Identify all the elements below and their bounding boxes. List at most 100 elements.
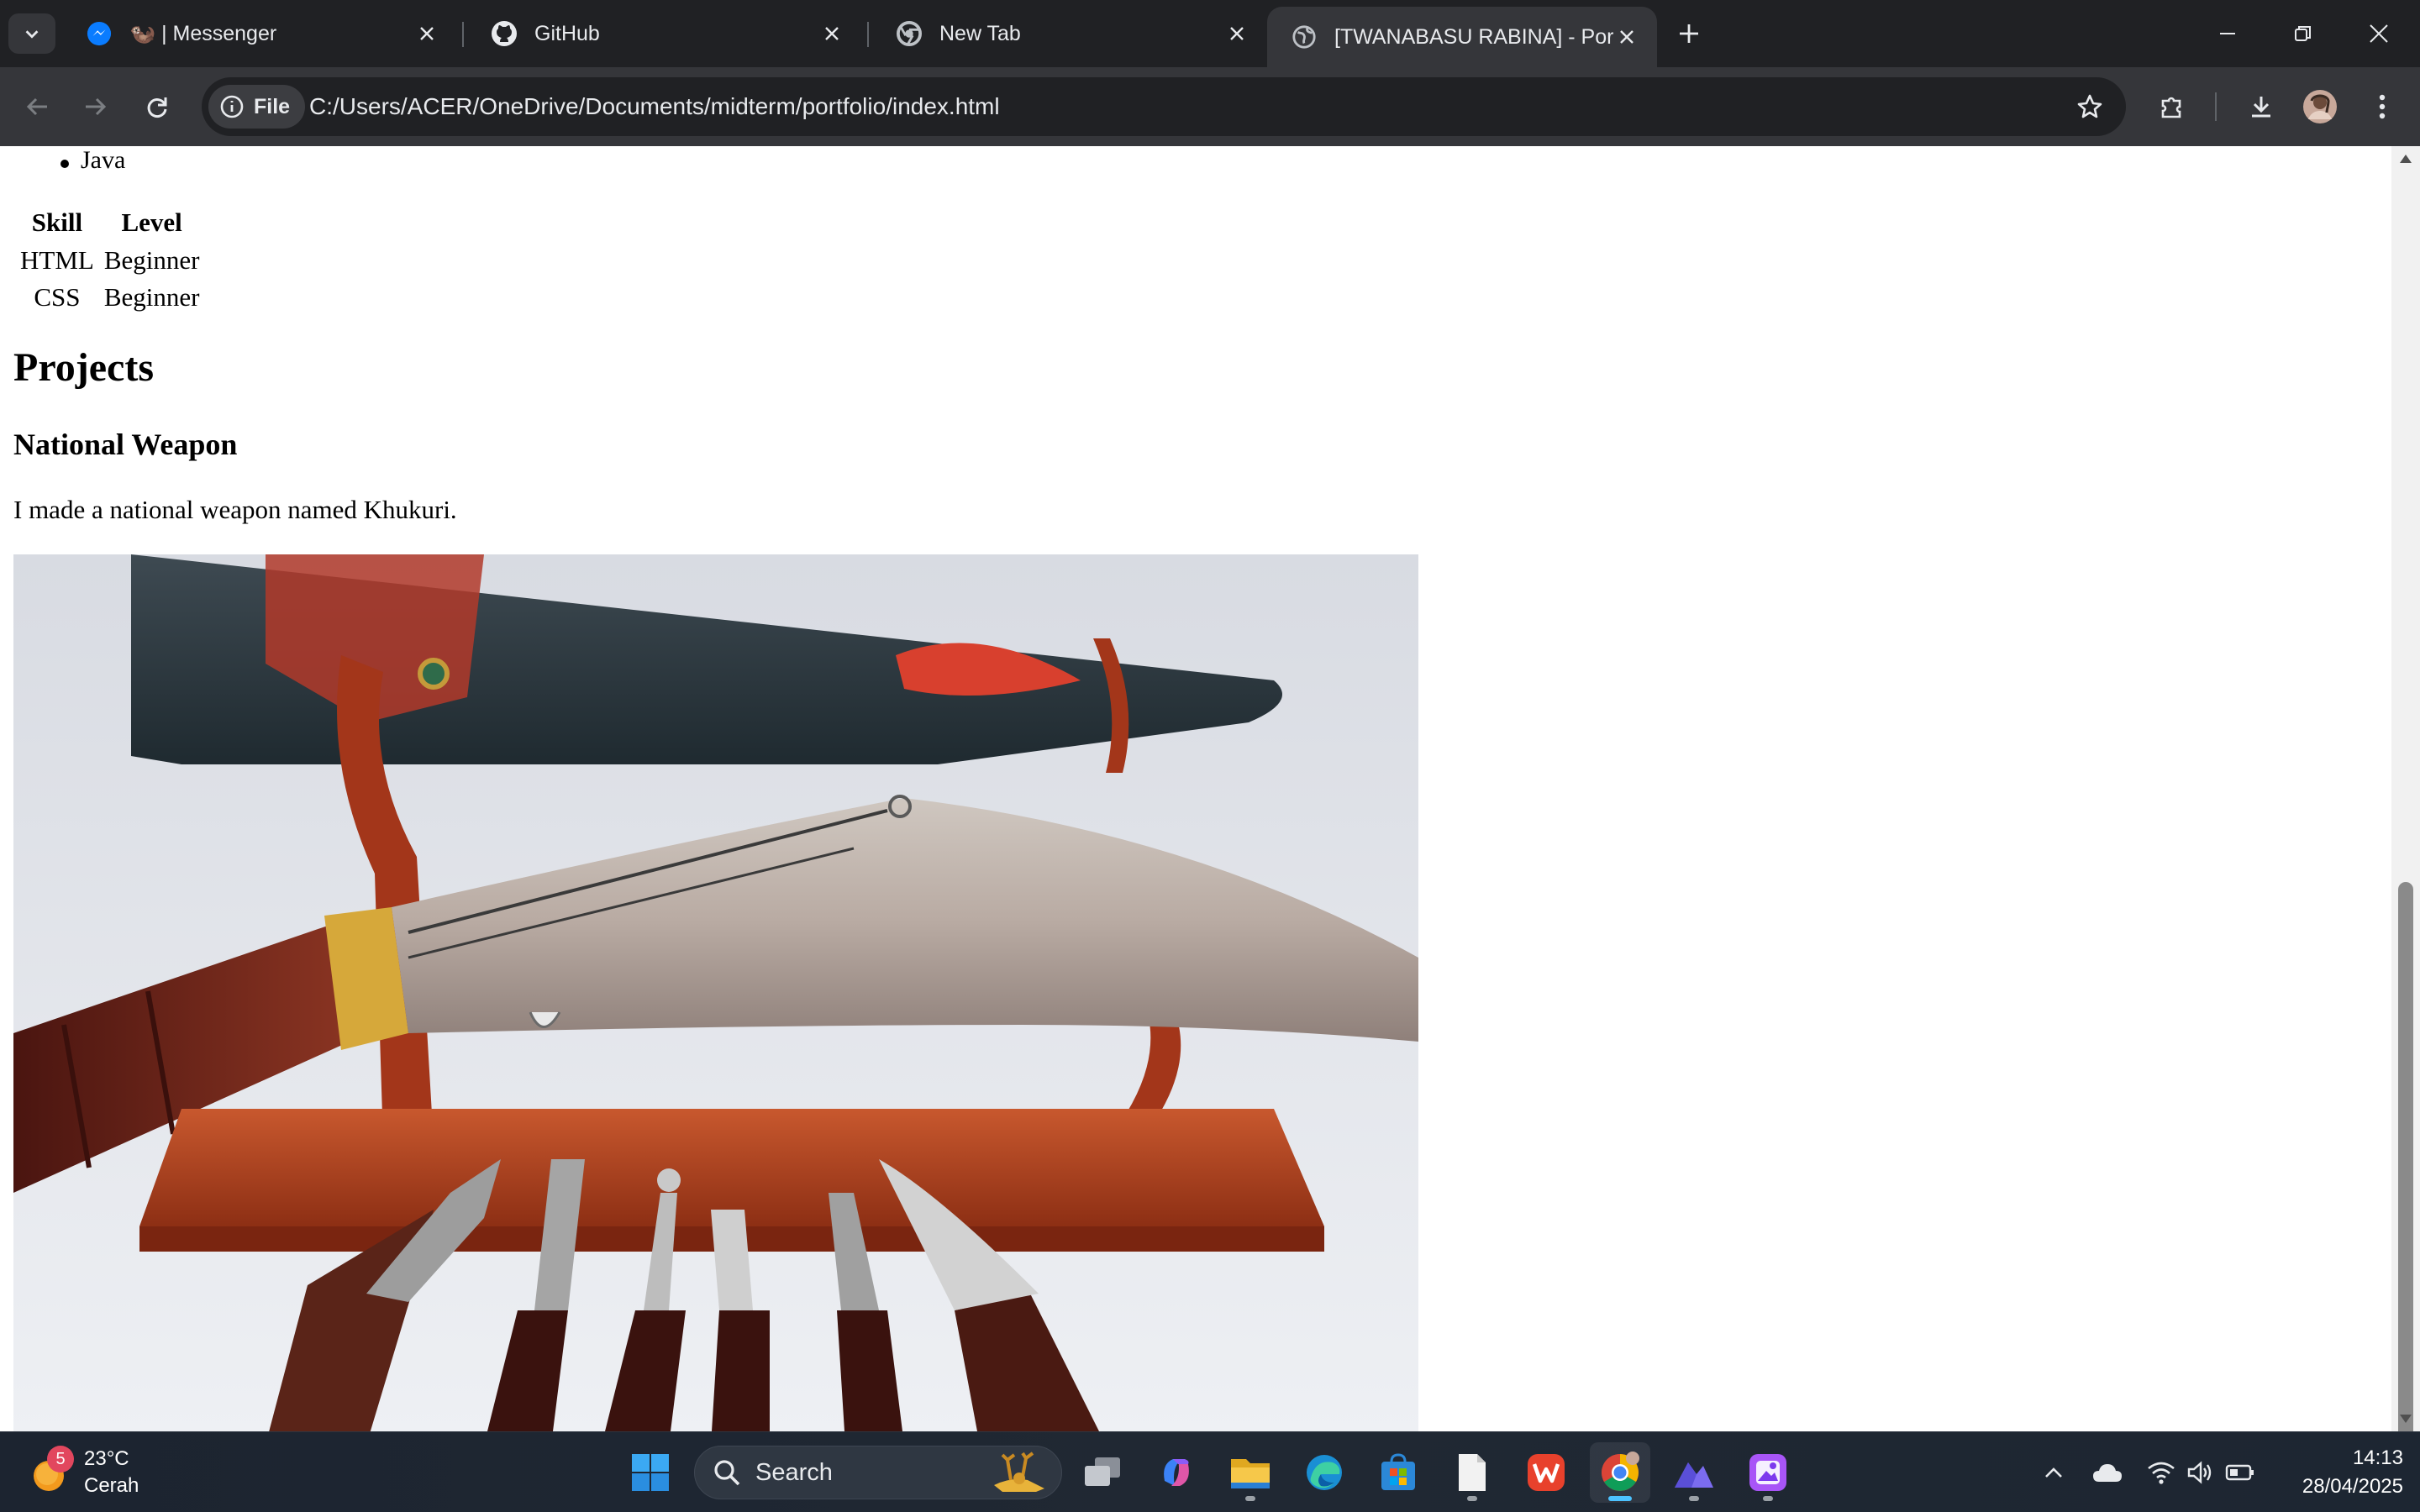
taskbar-app-wps[interactable] [1516,1442,1576,1503]
start-button[interactable] [620,1442,681,1503]
tab-github[interactable]: GitHub [467,7,862,60]
search-highlight-deer-icon [994,1452,1044,1492]
messenger-icon [86,20,113,47]
weather-condition: Cerah [84,1474,139,1497]
tab-separator [867,22,869,47]
plus-icon [1680,24,1698,43]
tab-portfolio[interactable]: [TWANABASU RABINA] - Portfo [1267,7,1657,67]
more-vertical-icon [2379,94,2386,119]
download-icon [2252,97,2270,118]
browser-toolbar: File C:/Users/ACER/OneDrive/Documents/mi… [0,67,2420,146]
taskbar-app-file-explorer[interactable] [1220,1442,1281,1503]
taskbar-app-edge[interactable] [1294,1442,1355,1503]
taskbar-search-box[interactable]: Search [694,1446,1062,1499]
weather-widget[interactable]: 5 23°C Cerah [30,1444,139,1501]
taskbar-app-photos[interactable] [1738,1442,1798,1503]
notepad-icon [1459,1454,1486,1491]
address-bar[interactable]: File C:/Users/ACER/OneDrive/Documents/mi… [202,77,2126,136]
table-cell: Beginner [103,282,200,312]
project-description: I made a national weapon named Khukuri. [13,495,457,524]
restore-icon [2295,26,2311,41]
search-icon [710,1456,744,1489]
triangle-up-icon [2400,155,2412,163]
restore-button[interactable] [2265,7,2341,60]
back-button[interactable] [17,86,59,128]
wifi-icon [2148,1462,2175,1484]
triangle-down-icon [2400,1415,2412,1423]
toolbar-separator [2215,92,2217,121]
chip-label: File [254,94,291,118]
weather-sun-icon: 5 [30,1446,74,1493]
tab-messenger[interactable]: 🦦 | Messenger [62,7,457,60]
puzzle-icon [2161,97,2181,118]
reload-button[interactable] [136,86,178,128]
close-window-button[interactable] [2341,7,2417,60]
profile-avatar[interactable] [2299,86,2341,128]
tab-title: GitHub [534,21,600,45]
chevron-up-icon [2045,1467,2062,1478]
khukuri-image [13,554,1418,1431]
vertical-scrollbar[interactable] [2391,146,2420,1431]
table-header-row: Skill Level [17,205,203,240]
battery-icon [2225,1464,2254,1481]
close-icon [2370,24,2388,43]
reload-icon [147,97,167,118]
skills-table: Skill Level HTML Beginner CSS Beginner [13,202,206,318]
tab-title: 🦦 | Messenger [129,21,277,45]
table-row: CSS Beginner [17,281,203,314]
show-hidden-icons-button[interactable] [2032,1451,2075,1494]
new-tab-button[interactable] [1669,13,1709,54]
network-button[interactable] [2139,1451,2183,1494]
taskbar-app-store[interactable] [1368,1442,1428,1503]
microsoft-store-icon [1381,1453,1415,1490]
skills-list: Java [60,146,126,175]
taskbar-app-vscode[interactable] [1664,1442,1724,1503]
close-icon[interactable] [818,20,845,47]
taskbar-app-copilot[interactable] [1146,1442,1207,1503]
copilot-icon [1164,1459,1189,1486]
arrow-right-icon [86,97,107,116]
running-indicator [1763,1496,1773,1501]
tab-new-tab[interactable]: New Tab [872,7,1267,60]
minimize-icon [2220,33,2235,34]
scroll-up-arrow[interactable] [2391,146,2420,171]
task-view-button[interactable] [1072,1442,1133,1503]
running-indicator [1467,1496,1477,1501]
bookmark-star-button[interactable] [2069,86,2111,128]
chrome-menu-button[interactable] [2361,86,2403,128]
close-icon[interactable] [1613,24,1640,50]
vscode-icon [1675,1462,1713,1488]
globe-icon [1291,24,1318,50]
onedrive-button[interactable] [2086,1451,2129,1494]
battery-button[interactable] [2218,1451,2262,1494]
table-cell: HTML [20,245,94,275]
scrollbar-thumb[interactable] [2398,882,2413,1431]
weather-temperature: 23°C [84,1447,129,1470]
downloads-button[interactable] [2240,86,2282,128]
tab-search-button[interactable] [8,13,55,54]
table-cell: Beginner [103,245,200,275]
site-info-chip[interactable]: File [208,85,306,129]
url-text[interactable]: C:/Users/ACER/OneDrive/Documents/midterm… [309,77,1000,136]
close-icon[interactable] [413,20,440,47]
active-indicator [1608,1496,1632,1501]
minimize-button[interactable] [2190,7,2265,60]
tab-title: [TWANABASU RABINA] - Portfo [1334,24,1613,49]
volume-button[interactable] [2178,1451,2222,1494]
table-row: HTML Beginner [17,244,203,277]
list-item: Java [60,146,126,174]
page-viewport: Java Skill Level HTML Beginner CSS Begin… [0,146,2420,1431]
windows-taskbar: 5 23°C Cerah Search 14:13 28/04/2025 [0,1431,2420,1512]
clock-date: 28/04/2025 [2302,1475,2403,1498]
taskbar-app-chrome[interactable] [1590,1442,1650,1503]
avatar-icon [2303,90,2337,123]
taskbar-app-notepad[interactable] [1442,1442,1502,1503]
tab-title: New Tab [939,21,1021,45]
close-icon[interactable] [1223,20,1250,47]
forward-button[interactable] [74,86,116,128]
scroll-down-arrow[interactable] [2391,1406,2420,1431]
table-cell: CSS [34,282,81,312]
extensions-button[interactable] [2151,86,2193,128]
taskbar-clock[interactable]: 14:13 28/04/2025 [2269,1444,2403,1501]
github-icon [491,20,518,47]
